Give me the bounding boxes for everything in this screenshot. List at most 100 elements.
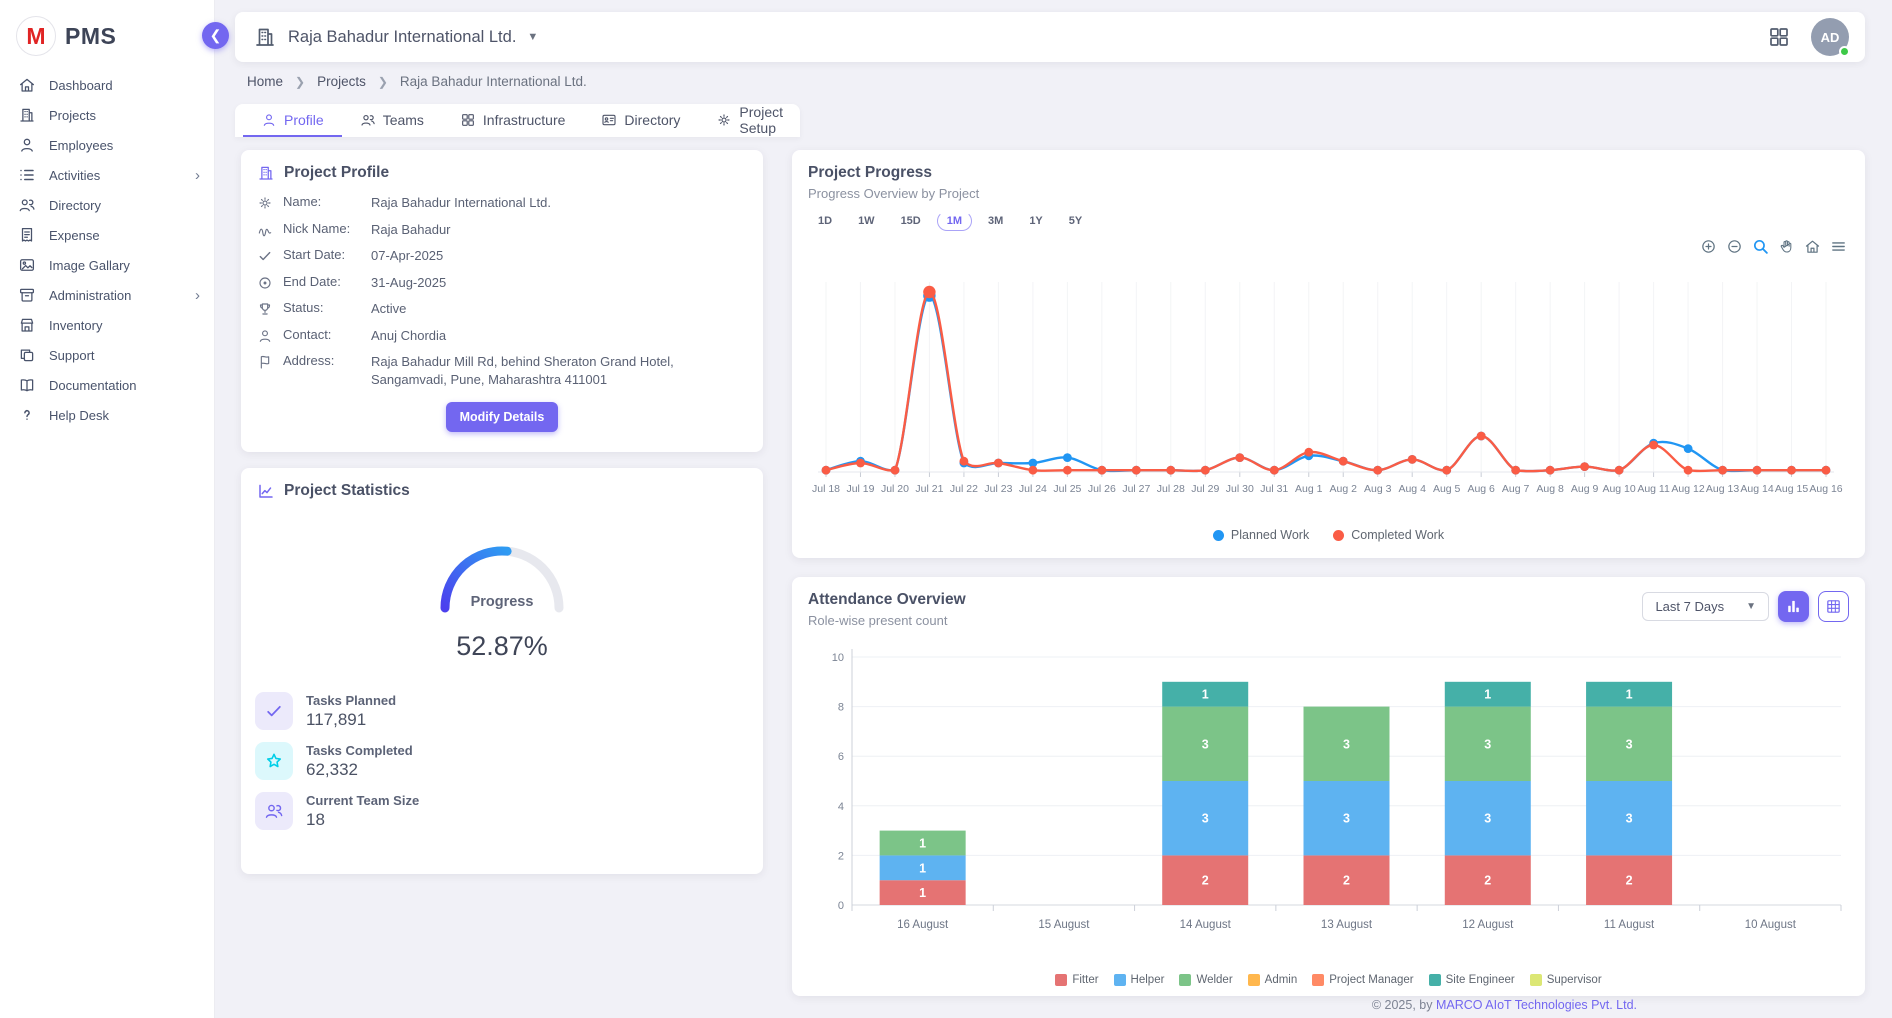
help-icon <box>18 406 36 424</box>
zoom-out-icon[interactable] <box>1726 238 1743 255</box>
table-icon <box>1825 598 1842 615</box>
grid-icon <box>460 112 476 128</box>
app-grid-icon[interactable] <box>1767 25 1791 49</box>
sidebar-item-administration[interactable]: Administration › <box>0 280 214 310</box>
footer: © 2025, by MARCO AIoT Technologies Pvt. … <box>1372 998 1637 1012</box>
svg-text:Jul 25: Jul 25 <box>1053 483 1081 495</box>
zoom-in-icon[interactable] <box>1700 238 1717 255</box>
legend-supervisor[interactable]: Supervisor <box>1530 974 1602 986</box>
range-button-1d[interactable]: 1D <box>808 211 842 231</box>
range-select[interactable]: Last 7 Days ▼ <box>1642 592 1769 621</box>
tab-profile[interactable]: Profile <box>243 104 342 137</box>
user-icon <box>261 112 277 128</box>
svg-text:3: 3 <box>1484 737 1491 751</box>
profile-card-title: Project Profile <box>284 164 389 182</box>
legend-fitter[interactable]: Fitter <box>1055 974 1098 986</box>
svg-text:Aug 14: Aug 14 <box>1740 483 1773 495</box>
breadcrumb-projects[interactable]: Projects <box>317 74 366 89</box>
receipt-icon <box>18 226 36 244</box>
legend-helper[interactable]: Helper <box>1114 974 1165 986</box>
tab-bar: Profile Teams Infrastructure Directory P… <box>235 104 800 137</box>
svg-text:2: 2 <box>1484 874 1491 888</box>
svg-text:1: 1 <box>1484 688 1491 702</box>
sidebar-item-dashboard[interactable]: Dashboard <box>0 70 214 100</box>
pan-icon[interactable] <box>1778 238 1795 255</box>
legend-site-engineer[interactable]: Site Engineer <box>1429 974 1515 986</box>
gear-icon <box>257 195 273 211</box>
svg-text:1: 1 <box>919 861 926 875</box>
time-range-buttons: 1D 1W 15D 1M 3M 1Y 5Y <box>792 201 1865 231</box>
range-button-3m[interactable]: 3M <box>978 211 1013 231</box>
flag-icon <box>257 354 273 370</box>
zoom-select-icon[interactable] <box>1752 238 1769 255</box>
sidebar-item-employees[interactable]: Employees <box>0 130 214 160</box>
bar-view-button[interactable] <box>1778 591 1809 622</box>
chart-toolbar <box>1700 238 1847 255</box>
attendance-bar-chart[interactable]: 024681016 August11115 August14 August233… <box>806 639 1851 949</box>
modify-details-button[interactable]: Modify Details <box>446 402 559 432</box>
home-icon[interactable] <box>1804 238 1821 255</box>
svg-text:Aug 5: Aug 5 <box>1433 483 1461 495</box>
stat-tasks-completed: Tasks Completed 62,332 <box>255 742 763 780</box>
progress-card-title: Project Progress <box>808 164 932 182</box>
tab-teams[interactable]: Teams <box>342 104 442 137</box>
range-button-5y[interactable]: 5Y <box>1059 211 1092 231</box>
users-icon <box>255 792 293 830</box>
svg-text:Jul 28: Jul 28 <box>1157 483 1185 495</box>
image-icon <box>18 256 36 274</box>
chevron-left-icon: ❮ <box>210 27 222 44</box>
footer-link[interactable]: MARCO AIoT Technologies Pvt. Ltd. <box>1436 998 1637 1012</box>
user-avatar[interactable]: AD <box>1811 18 1849 56</box>
svg-text:3: 3 <box>1202 737 1209 751</box>
svg-text:3: 3 <box>1626 737 1633 751</box>
users-icon <box>18 196 36 214</box>
sidebar-item-help-desk[interactable]: Help Desk <box>0 400 214 430</box>
tab-directory[interactable]: Directory <box>583 104 698 137</box>
sidebar-item-support[interactable]: Support <box>0 340 214 370</box>
legend-planned-work[interactable]: Planned Work <box>1213 528 1309 542</box>
svg-text:Aug 2: Aug 2 <box>1330 483 1358 495</box>
app-logo[interactable]: M PMS <box>0 0 214 70</box>
sidebar-item-directory[interactable]: Directory <box>0 190 214 220</box>
app-name: PMS <box>65 23 116 50</box>
svg-text:Jul 31: Jul 31 <box>1260 483 1288 495</box>
svg-text:Jul 22: Jul 22 <box>950 483 978 495</box>
svg-text:10 August: 10 August <box>1745 919 1797 931</box>
breadcrumb-home[interactable]: Home <box>247 74 283 89</box>
check-icon <box>255 692 293 730</box>
profile-field-start-date-: Start Date: 07-Apr-2025 <box>257 247 747 265</box>
gauge-value: 52.87% <box>241 631 763 662</box>
svg-text:8: 8 <box>838 702 844 714</box>
sidebar-item-projects[interactable]: Projects <box>0 100 214 130</box>
sidebar-item-inventory[interactable]: Inventory <box>0 310 214 340</box>
range-button-1w[interactable]: 1W <box>848 211 885 231</box>
sidebar-item-documentation[interactable]: Documentation <box>0 370 214 400</box>
tab-infrastructure[interactable]: Infrastructure <box>442 104 583 137</box>
range-button-15d[interactable]: 15D <box>891 211 931 231</box>
avatar-initials: AD <box>1821 30 1840 45</box>
building-icon <box>257 164 275 182</box>
range-button-1y[interactable]: 1Y <box>1019 211 1052 231</box>
sidebar-item-activities[interactable]: Activities › <box>0 160 214 190</box>
range-button-1m[interactable]: 1M <box>937 211 972 231</box>
legend-welder[interactable]: Welder <box>1179 974 1232 986</box>
sidebar-collapse-button[interactable]: ❮ <box>202 22 229 49</box>
legend-project-manager[interactable]: Project Manager <box>1312 974 1413 986</box>
legend-completed-work[interactable]: Completed Work <box>1333 528 1444 542</box>
svg-text:13 August: 13 August <box>1321 919 1373 931</box>
progress-line-chart[interactable]: Jul 18Jul 19Jul 20Jul 21Jul 22Jul 23Jul … <box>806 258 1851 508</box>
svg-text:Jul 30: Jul 30 <box>1226 483 1254 495</box>
svg-text:1: 1 <box>919 886 926 900</box>
breadcrumb-separator: ❯ <box>295 75 305 89</box>
sidebar-item-image-gallary[interactable]: Image Gallary <box>0 250 214 280</box>
table-view-button[interactable] <box>1818 591 1849 622</box>
svg-text:3: 3 <box>1484 812 1491 826</box>
chevron-down-icon: ▼ <box>1746 601 1756 612</box>
breadcrumb-separator: ❯ <box>378 75 388 89</box>
svg-text:Jul 23: Jul 23 <box>984 483 1012 495</box>
sidebar-item-expense[interactable]: Expense <box>0 220 214 250</box>
legend-admin[interactable]: Admin <box>1248 974 1298 986</box>
menu-icon[interactable] <box>1830 238 1847 255</box>
tab-project-setup[interactable]: Project Setup <box>698 104 801 137</box>
company-selector[interactable]: Raja Bahadur International Ltd. ▼ <box>253 25 538 49</box>
